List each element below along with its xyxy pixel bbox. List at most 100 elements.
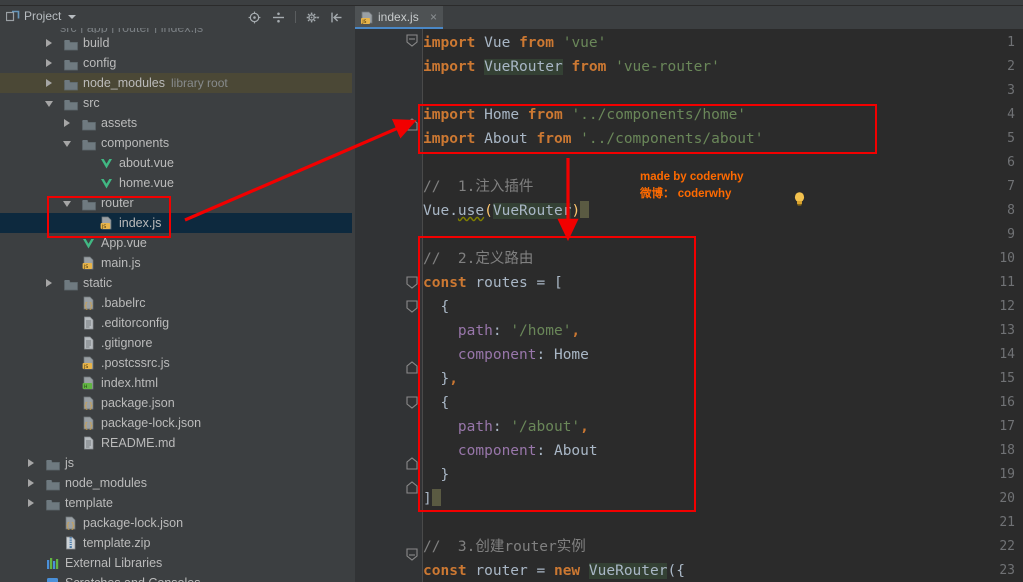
tree-row-main-js[interactable]: JS main.js [0, 253, 352, 273]
code-line[interactable]: path: '/home', [423, 319, 580, 343]
tree-row--editorconfig[interactable]: .editorconfig [0, 313, 352, 333]
expand-arrow-icon[interactable] [46, 279, 52, 287]
tree-row-home-vue[interactable]: home.vue [0, 173, 352, 193]
code-line[interactable]: component: Home [423, 343, 589, 367]
code-line[interactable]: import About from '../components/about' [423, 127, 764, 151]
js-icon: JS [82, 356, 95, 370]
svg-text:{}: {} [83, 422, 93, 430]
svg-text:{}: {} [65, 522, 75, 530]
tree-row-label: .babelrc [101, 296, 146, 310]
code-line[interactable]: { [423, 295, 449, 319]
line-number: 15 [999, 371, 1015, 386]
folder-icon [64, 37, 78, 51]
tree-row-label: package-lock.json [101, 416, 202, 430]
tree-row-label: config [83, 56, 117, 70]
tree-row-js[interactable]: js [0, 453, 352, 473]
code-line[interactable]: const routes = [ [423, 271, 563, 295]
code-line[interactable]: import Vue from 'vue' [423, 31, 606, 55]
tree-row-index-js[interactable]: JS index.js [0, 213, 352, 233]
code-line[interactable]: // 1.注入插件 [423, 175, 533, 199]
fold-marker-column[interactable] [400, 29, 423, 582]
tree-row-src[interactable]: src [0, 93, 352, 113]
expand-arrow-icon[interactable] [28, 459, 34, 467]
tree-row--postcssrc-js[interactable]: JS .postcssrc.js [0, 353, 352, 373]
js-file-icon: JS [360, 10, 374, 25]
gear-icon[interactable] [305, 10, 320, 25]
tree-row-index-html[interactable]: Hindex.html [0, 373, 352, 393]
tree-row-label: External Libraries [65, 556, 163, 570]
tree-row-static[interactable]: static [0, 273, 352, 293]
tree-row-config[interactable]: config [0, 53, 352, 73]
code-line[interactable]: // 2.定义路由 [423, 247, 533, 271]
code-line[interactable]: }, [423, 367, 457, 391]
tree-row-label: about.vue [119, 156, 174, 170]
expand-arrow-icon[interactable] [64, 119, 70, 127]
project-tree[interactable]: src | app | router | index.jsbuildconfig… [0, 28, 352, 582]
code-line[interactable]: import VueRouter from 'vue-router' [423, 55, 720, 79]
code-canvas[interactable]: 1 import Vue from 'vue' 2 import VueRouter … [355, 29, 1023, 582]
tree-row-about-vue[interactable]: about.vue [0, 153, 352, 173]
tree-row-external-libraries[interactable]: External Libraries [0, 553, 352, 573]
tree-row-package-lock-json[interactable]: {} package-lock.json [0, 413, 352, 433]
locate-target-icon[interactable] [247, 10, 262, 25]
tree-row-label: main.js [101, 256, 141, 270]
tree-row-package-lock-json[interactable]: {} package-lock.json [0, 513, 352, 533]
tree-row-label: package.json [101, 396, 175, 410]
toolbar-divider [295, 11, 296, 23]
tree-row-label: components [101, 136, 170, 150]
svg-text:{}: {} [83, 402, 93, 410]
tree-row-package-json[interactable]: {} package.json [0, 393, 352, 413]
intention-bulb-icon[interactable] [792, 191, 807, 207]
line-number: 4 [1007, 107, 1015, 122]
tree-row-label: template [65, 496, 113, 510]
code-line[interactable]: import Home from '../components/home' [423, 103, 746, 127]
expand-arrow-icon[interactable] [46, 39, 52, 47]
collapse-all-icon[interactable] [271, 10, 286, 25]
hide-panel-icon[interactable] [329, 10, 344, 25]
expand-arrow-icon[interactable] [28, 479, 34, 487]
tree-row-scratches-and-consoles[interactable]: Scratches and Consoles [0, 573, 352, 582]
tree-row-readme-md[interactable]: README.md [0, 433, 352, 453]
code-line[interactable]: Vue.use(VueRouter) [423, 199, 590, 223]
tree-row-node-modules[interactable]: node_modules [0, 473, 352, 493]
tree-row-template[interactable]: template [0, 493, 352, 513]
code-line[interactable]: // 3.创建router实例 [423, 535, 586, 559]
collapse-arrow-icon[interactable] [63, 141, 71, 147]
collapse-arrow-icon[interactable] [63, 201, 71, 207]
folder-icon [82, 197, 96, 211]
line-number: 23 [999, 563, 1015, 578]
chevron-down-icon[interactable] [68, 15, 76, 19]
tree-row-label: template.zip [83, 536, 151, 550]
tree-row-label: node_modules [65, 476, 148, 490]
tree-row--babelrc[interactable]: {} .babelrc [0, 293, 352, 313]
tree-row-label: static [83, 276, 113, 290]
collapse-arrow-icon[interactable] [45, 101, 53, 107]
tree-row-build[interactable]: build [0, 33, 352, 53]
code-line[interactable]: const router = new VueRouter({ [423, 559, 685, 582]
tree-row-label: src [83, 96, 100, 110]
code-line[interactable]: { [423, 391, 449, 415]
tree-row-components[interactable]: components [0, 133, 352, 153]
folder-icon [82, 137, 96, 151]
js-icon: JS [100, 216, 113, 230]
tree-row-assets[interactable]: assets [0, 113, 352, 133]
scratch-icon [46, 576, 59, 582]
line-number: 7 [1007, 179, 1015, 194]
tree-row-template-zip[interactable]: template.zip [0, 533, 352, 553]
code-line[interactable]: component: About [423, 439, 598, 463]
tree-row-node-modules[interactable]: node_modules library root [0, 73, 352, 93]
code-line[interactable]: } [423, 463, 449, 487]
tree-row-label: home.vue [119, 176, 174, 190]
tree-row-label: package-lock.json [83, 516, 184, 530]
code-line[interactable]: path: '/about', [423, 415, 589, 439]
close-icon[interactable]: × [430, 10, 437, 24]
tab-label: index.js [378, 10, 419, 24]
tree-row-router[interactable]: router [0, 193, 352, 213]
expand-arrow-icon[interactable] [46, 79, 52, 87]
expand-arrow-icon[interactable] [46, 59, 52, 67]
tab-index-js[interactable]: JS index.js × [355, 6, 443, 29]
code-line[interactable]: ] [423, 487, 441, 511]
tree-row-app-vue[interactable]: App.vue [0, 233, 352, 253]
expand-arrow-icon[interactable] [28, 499, 34, 507]
tree-row--gitignore[interactable]: .gitignore [0, 333, 352, 353]
